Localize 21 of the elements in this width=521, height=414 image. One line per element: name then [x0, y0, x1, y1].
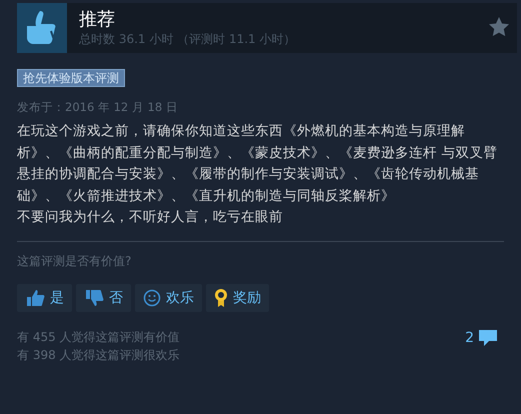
- recommendation-title: 推荐: [79, 9, 116, 31]
- thumbs-up-icon: [17, 3, 67, 53]
- funny-button[interactable]: 欢乐: [135, 284, 202, 312]
- vote-count-text: 有 398 人觉得这篇评测很欢乐: [17, 346, 180, 364]
- yes-button[interactable]: 是: [17, 284, 72, 312]
- star-icon[interactable]: [489, 17, 509, 36]
- posted-date: 发布于：2016 年 12 月 18 日: [17, 100, 179, 115]
- award-button[interactable]: 奖励: [206, 284, 269, 312]
- playtime-text: 总时数 36.1 小时 （评测时 11.1 小时）: [79, 31, 296, 47]
- review-paragraph: 在玩这个游戏之前，请确保你知道这些东西《外燃机的基本构造与原理解析》、《曲柄的配重分配与制造》、《蒙皮技术》、《麦费逊多连杆 与双叉臂悬挂的协调配合与安装》、《履带的制作与安装调试》、《齿轮传动机械基础》、《火箭推进技术》、《直升机的制造与同轴反桨解析》: [17, 122, 498, 206]
- smiley-icon: [143, 288, 161, 306]
- no-button[interactable]: 否: [76, 284, 131, 312]
- thumbs-up-icon: [25, 288, 45, 306]
- comment-count[interactable]: 2: [465, 330, 474, 346]
- helpful-question: 这篇评测是否有价值?: [17, 252, 132, 270]
- vote-count-text: 有 455 人觉得这篇评测有价值: [17, 328, 180, 346]
- thumbs-down-icon: [84, 288, 104, 306]
- early-access-tag: 抢先体验版本评测: [17, 69, 125, 87]
- review-paragraph: 不要问我为什么，不听好人言，吃亏在眼前: [17, 208, 284, 227]
- comment-bubble-icon[interactable]: [478, 328, 498, 346]
- award-ribbon-icon: [214, 288, 228, 308]
